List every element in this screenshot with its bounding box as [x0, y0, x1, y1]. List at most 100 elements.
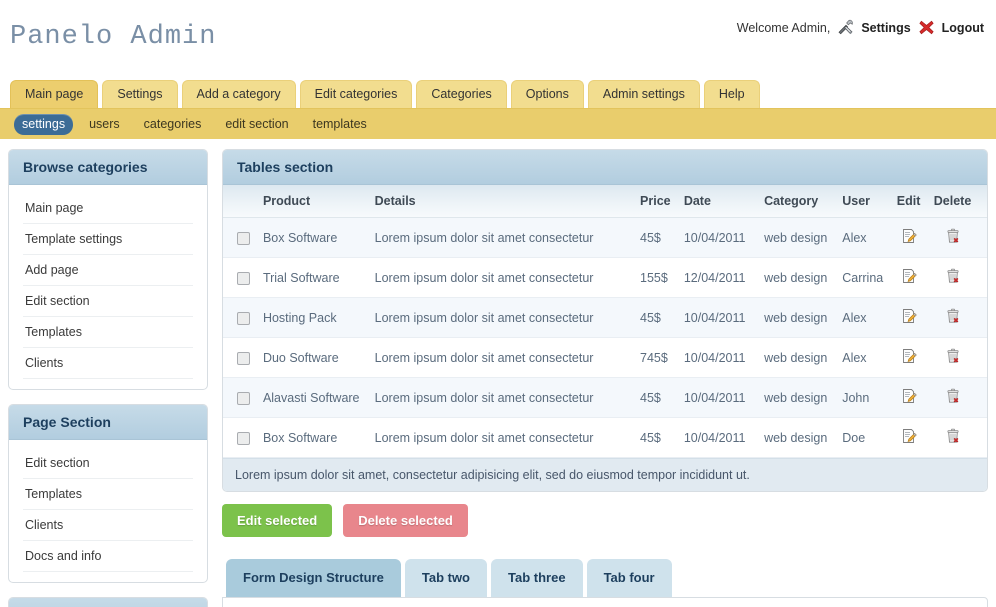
subnav-item-settings[interactable]: settings [14, 113, 74, 135]
sidebar-item-clients[interactable]: Clients [23, 348, 193, 379]
edit-document-icon[interactable] [890, 337, 928, 378]
row-checkbox[interactable] [237, 431, 250, 445]
sidebar-item-templates[interactable]: Templates [23, 317, 193, 348]
row-checkbox[interactable] [237, 271, 250, 285]
edit-document-icon[interactable] [890, 417, 928, 458]
trash-delete-icon[interactable] [927, 217, 987, 258]
bottom-tab-tab-four[interactable]: Tab four [586, 559, 672, 597]
row-checkbox[interactable] [237, 231, 250, 245]
row-checkbox-cell [223, 297, 257, 338]
cell-user: Alex [836, 337, 891, 378]
trash-delete-icon[interactable] [927, 297, 987, 338]
row-checkbox[interactable] [237, 391, 250, 405]
admin-page: Panelo Admin Welcome Admin, Settings Log… [0, 0, 996, 607]
user-bar: Welcome Admin, Settings Logout [737, 19, 984, 36]
sidebar-item-docs-and-info[interactable]: Docs and info [23, 541, 193, 572]
settings-link[interactable]: Settings [861, 21, 910, 35]
row-checkbox-cell [223, 417, 257, 458]
cell-product: Box Software [256, 217, 369, 258]
tab-options[interactable]: Options [510, 80, 584, 108]
cell-user: Alex [836, 297, 891, 338]
edit-document-icon[interactable] [890, 297, 928, 338]
tab-help[interactable]: Help [703, 80, 760, 108]
trash-delete-icon[interactable] [927, 417, 987, 458]
page-title: Panelo Admin [10, 22, 217, 52]
bulk-actions: Edit selected Delete selected [222, 492, 988, 537]
cell-price: 45$ [634, 417, 678, 458]
bottom-tab-panel [222, 597, 988, 607]
cell-details: Lorem ipsum dolor sit amet consectetur [368, 217, 635, 258]
logout-link[interactable]: Logout [942, 21, 984, 35]
cell-details: Lorem ipsum dolor sit amet consectetur [368, 337, 635, 378]
column-header-product: Product [256, 185, 369, 218]
sidebar-panel-body: Edit section Templates Clients Docs and inf… [9, 440, 207, 582]
cell-product: Hosting Pack [256, 297, 369, 338]
main-content: Tables section Product Details Price Date Ca… [222, 149, 988, 607]
subnav-item-users[interactable]: users [81, 114, 128, 135]
row-checkbox[interactable] [237, 311, 250, 325]
trash-delete-icon[interactable] [927, 257, 987, 298]
row-checkbox-cell [223, 377, 257, 418]
sidebar-item-clients[interactable]: Clients [23, 510, 193, 541]
sub-navigation: settings users categories edit section templ… [0, 108, 996, 139]
sidebar-item-main-page[interactable]: Main page [23, 193, 193, 224]
table-row: Box Software Lorem ipsum dolor sit amet c… [223, 217, 987, 258]
welcome-text: Welcome Admin, [736, 20, 831, 35]
delete-selected-button[interactable]: Delete selected [343, 504, 468, 537]
sidebar-item-add-page[interactable]: Add page [23, 255, 193, 286]
trash-delete-icon[interactable] [927, 337, 987, 378]
cell-category: web design [758, 217, 837, 258]
page-body: Browse categories Main page Template setti… [0, 139, 996, 607]
tab-edit-categories[interactable]: Edit categories [299, 80, 413, 108]
tables-section-title: Tables section [223, 150, 987, 185]
cell-category: web design [758, 377, 837, 418]
sidebar-item-edit-section[interactable]: Edit section [23, 448, 193, 479]
main-tabs: Main page Settings Add a category Edit cate… [0, 80, 996, 108]
sidebar-panel-title: Browse categories [9, 150, 207, 185]
row-checkbox[interactable] [237, 351, 250, 365]
subnav-item-categories[interactable]: categories [136, 114, 210, 135]
tab-main-page[interactable]: Main page [10, 80, 99, 108]
subnav-item-edit-section[interactable]: edit section [217, 114, 296, 135]
cell-details: Lorem ipsum dolor sit amet consectetur [368, 417, 635, 458]
bottom-tab-tab-two[interactable]: Tab two [404, 559, 487, 597]
subnav-item-templates[interactable]: templates [305, 114, 375, 135]
table-row: Box Software Lorem ipsum dolor sit amet c… [223, 417, 987, 458]
sidebar-panel-body: Main page Template settings Add page Edit s… [9, 185, 207, 389]
cell-details: Lorem ipsum dolor sit amet consectetur [368, 377, 635, 418]
cell-details: Lorem ipsum dolor sit amet consectetur [368, 257, 635, 298]
edit-selected-button[interactable]: Edit selected [222, 504, 333, 537]
cell-user: John [836, 377, 891, 418]
sidebar: Browse categories Main page Template setti… [8, 149, 208, 607]
sidebar-item-edit-section[interactable]: Edit section [23, 286, 193, 317]
cell-details: Lorem ipsum dolor sit amet consectetur [368, 297, 635, 338]
edit-document-icon[interactable] [890, 217, 928, 258]
sidebar-item-templates[interactable]: Templates [23, 479, 193, 510]
bottom-tab-form-design-structure[interactable]: Form Design Structure [226, 559, 401, 597]
column-header-select [223, 185, 257, 218]
cell-date: 10/04/2011 [677, 337, 759, 378]
cell-user: Doe [836, 417, 891, 458]
tab-settings[interactable]: Settings [102, 80, 178, 108]
table-row: Alavasti Software Lorem ipsum dolor sit a… [223, 377, 987, 418]
table-row: Duo Software Lorem ipsum dolor sit amet c… [223, 337, 987, 378]
cell-date: 10/04/2011 [677, 217, 759, 258]
edit-document-icon[interactable] [890, 377, 928, 418]
tab-admin-settings[interactable]: Admin settings [587, 80, 700, 108]
cell-product: Alavasti Software [256, 377, 369, 418]
tab-categories[interactable]: Categories [416, 80, 507, 108]
bottom-tab-tab-three[interactable]: Tab three [491, 559, 583, 597]
trash-delete-icon[interactable] [927, 377, 987, 418]
table-row: Trial Software Lorem ipsum dolor sit amet… [223, 257, 987, 298]
tab-add-a-category[interactable]: Add a category [181, 80, 296, 108]
cell-product: Box Software [256, 417, 369, 458]
column-header-user: User [836, 185, 891, 218]
row-checkbox-cell [223, 257, 257, 298]
table-row: Hosting Pack Lorem ipsum dolor sit amet c… [223, 297, 987, 338]
row-checkbox-cell [223, 337, 257, 378]
edit-document-icon[interactable] [890, 257, 928, 298]
sidebar-item-template-settings[interactable]: Template settings [23, 224, 193, 255]
cell-user: Carrina [836, 257, 891, 298]
cell-date: 12/04/2011 [677, 257, 759, 298]
cell-price: 45$ [634, 377, 678, 418]
